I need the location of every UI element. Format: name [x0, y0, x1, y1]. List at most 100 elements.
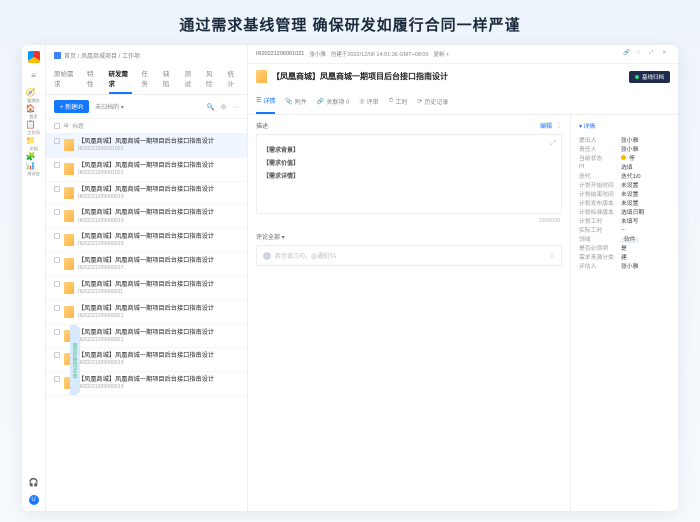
- more-icon[interactable]: ⋯: [233, 103, 240, 111]
- row-checkbox[interactable]: [54, 281, 60, 287]
- tab-icon: 🔗: [317, 94, 324, 109]
- field-key: 当前状态: [579, 153, 621, 162]
- rail-item-icon[interactable]: 🧭: [26, 88, 35, 97]
- desc-body[interactable]: ⤢ 【需求背景】【需求价值】【需求详情】: [256, 134, 562, 214]
- field-row[interactable]: 需求来源分类建: [579, 252, 670, 261]
- new-ir-button[interactable]: + 新建IR: [54, 100, 89, 113]
- row-id: IR20221205000019: [78, 218, 239, 225]
- tab-6[interactable]: 风险: [206, 64, 218, 94]
- filter-dropdown[interactable]: 未归档的 ▾: [95, 102, 124, 111]
- menu-icon[interactable]: ≡: [29, 71, 38, 80]
- field-row[interactable]: 是否必须项是: [579, 243, 670, 252]
- tab-1[interactable]: 特性: [87, 64, 99, 94]
- row-title: 【凤凰商城】凤凰商城一期项目后台接口指南设计: [78, 186, 239, 194]
- row-checkbox[interactable]: [54, 233, 60, 239]
- expand-icon[interactable]: ⤢: [649, 50, 657, 58]
- breadcrumb-text[interactable]: 首页 / 凤凰商城项目 / 工作项: [64, 51, 140, 60]
- rail-item-icon[interactable]: 📋: [26, 120, 35, 129]
- comment-sort[interactable]: 全部 ▾: [268, 232, 285, 241]
- copy-button[interactable]: 复制 +: [434, 50, 450, 58]
- row-checkbox[interactable]: [54, 376, 60, 382]
- link-icon[interactable]: 🔗: [623, 50, 631, 58]
- field-row[interactable]: 实际工时--: [579, 225, 670, 234]
- tab-2[interactable]: 研发需求: [109, 64, 132, 94]
- list-item[interactable]: 【凤凰商城】凤凰商城一期项目后台接口指南设计IR20221205000019: [46, 205, 247, 229]
- row-title: 【凤凰商城】凤凰商城一期项目后台接口指南设计: [78, 305, 239, 313]
- star-icon[interactable]: ☆: [636, 50, 644, 58]
- detail-tab-3[interactable]: ◎ 评审: [359, 89, 378, 114]
- tab-4[interactable]: 缺陷: [163, 64, 175, 94]
- field-row[interactable]: 当前状态停: [579, 153, 670, 162]
- user-avatar[interactable]: U: [29, 495, 39, 505]
- row-checkbox[interactable]: [54, 209, 60, 215]
- feedback-pill[interactable]: 意见反馈可点击: [70, 325, 80, 395]
- field-row[interactable]: 计划开始时间未设置: [579, 180, 670, 189]
- row-checkbox[interactable]: [54, 162, 60, 168]
- rail-item-icon[interactable]: 🧩: [26, 152, 35, 161]
- detail-tab-2[interactable]: 🔗 关联项 0: [317, 89, 350, 114]
- left-panel: 意见反馈可点击 首页 / 凤凰商城项目 / 工作项 原始需求特性研发需求任务缺陷…: [46, 45, 248, 511]
- more-desc-icon[interactable]: ⋮: [556, 122, 562, 129]
- field-value: 未设置: [621, 198, 638, 207]
- edit-link[interactable]: 编辑: [540, 121, 552, 130]
- list-item[interactable]: 【凤凰商城】凤凰商城一期项目后台接口指南设计IR20221205000021: [46, 301, 247, 325]
- emoji-icon[interactable]: ☺: [549, 253, 555, 259]
- field-row[interactable]: 责任人张小雅: [579, 144, 670, 153]
- outline-line: 【需求背景】: [263, 145, 555, 154]
- row-id: IR20221206001021: [78, 170, 239, 177]
- row-checkbox[interactable]: [54, 257, 60, 263]
- detail-tab-4[interactable]: ⏱ 工时: [389, 89, 408, 114]
- select-all-checkbox[interactable]: [54, 123, 60, 129]
- row-title: 【凤凰商城】凤凰商城一期项目后台接口指南设计: [78, 233, 239, 241]
- detail-tab-0[interactable]: ☰ 详情: [256, 89, 275, 114]
- rail-item-icon[interactable]: 📊: [26, 161, 35, 170]
- settings-icon[interactable]: ⚙: [221, 103, 227, 111]
- comment-input[interactable]: 我也说几句，@通知TA ☺: [256, 245, 562, 266]
- field-row[interactable]: 领域软件: [579, 234, 670, 243]
- breadcrumb: 首页 / 凤凰商城项目 / 工作项: [46, 45, 247, 64]
- row-title: 【凤凰商城】凤凰商城一期项目后台接口指南设计: [78, 138, 239, 146]
- field-row[interactable]: 提出人张小雅: [579, 135, 670, 144]
- field-row[interactable]: 计划工时未填写: [579, 216, 670, 225]
- row-checkbox[interactable]: [54, 138, 60, 144]
- row-checkbox[interactable]: [54, 186, 60, 192]
- brand-logo[interactable]: [28, 51, 40, 63]
- close-icon[interactable]: ✕: [662, 50, 670, 58]
- list-item[interactable]: 【凤凰商城】凤凰商城一期项目后台接口指南设计IR20221205000019: [46, 182, 247, 206]
- field-row[interactable]: 评估人张小雅: [579, 261, 670, 270]
- detail-center: 描述 编辑 ⋮ ⤢ 【需求背景】【需求价值】【需求详情】 1900000 评论 …: [248, 115, 570, 511]
- tab-5[interactable]: 测试: [185, 64, 197, 94]
- field-row[interactable]: 计划结束时间未设置: [579, 189, 670, 198]
- row-checkbox[interactable]: [54, 329, 60, 335]
- row-id: IR20221205000021: [78, 337, 239, 344]
- detail-tab-1[interactable]: 📎 附件: [285, 89, 307, 114]
- list-item[interactable]: 【凤凰商城】凤凰商城一期项目后台接口指南设计IR20221205000017: [46, 253, 247, 277]
- list-item[interactable]: 【凤凰商城】凤凰商城一期项目后台接口指南设计IR20221205000011: [46, 277, 247, 301]
- side-toggle[interactable]: ▾ 详情: [579, 121, 621, 130]
- search-icon[interactable]: 🔍: [207, 103, 215, 111]
- tab-7[interactable]: 统计: [228, 64, 240, 94]
- baseline-badge[interactable]: 基线归档: [629, 71, 670, 83]
- detail-title-row: 【凤凰商城】凤凰商城一期项目后台接口指南设计 基线归档: [248, 64, 678, 89]
- home-icon[interactable]: [54, 52, 61, 59]
- list-item[interactable]: 【凤凰商城】凤凰商城一期项目后台接口指南设计IR20221206001021: [46, 158, 247, 182]
- tab-3[interactable]: 任务: [142, 64, 154, 94]
- field-value: 未设置: [621, 180, 638, 189]
- headset-icon[interactable]: 🎧: [29, 478, 38, 487]
- field-key: 计划标准版本: [579, 207, 621, 216]
- fullscreen-icon[interactable]: ⤢: [550, 140, 556, 148]
- row-title: 【凤凰商城】凤凰商城一期项目后台接口指南设计: [78, 281, 239, 289]
- rail-item-icon[interactable]: 📁: [26, 136, 35, 145]
- tab-0[interactable]: 原始需求: [54, 64, 77, 94]
- row-checkbox[interactable]: [54, 305, 60, 311]
- word-count: 1900000: [256, 218, 562, 224]
- field-row[interactable]: 计划发布版本未设置: [579, 198, 670, 207]
- field-row[interactable]: 迭代迭代1/0: [579, 171, 670, 180]
- field-row[interactable]: 计划标准版本选填日期: [579, 207, 670, 216]
- list-item[interactable]: 【凤凰商城】凤凰商城一期项目后台接口指南设计IR20221205000019: [46, 229, 247, 253]
- rail-item-icon[interactable]: 🏠: [26, 104, 35, 113]
- list-item[interactable]: 【凤凰商城】凤凰商城一期项目后台接口指南设计IR20221206001021: [46, 134, 247, 158]
- field-row[interactable]: PI选填: [579, 162, 670, 171]
- detail-tab-5[interactable]: ⟳ 历史记录: [417, 89, 448, 114]
- row-checkbox[interactable]: [54, 352, 60, 358]
